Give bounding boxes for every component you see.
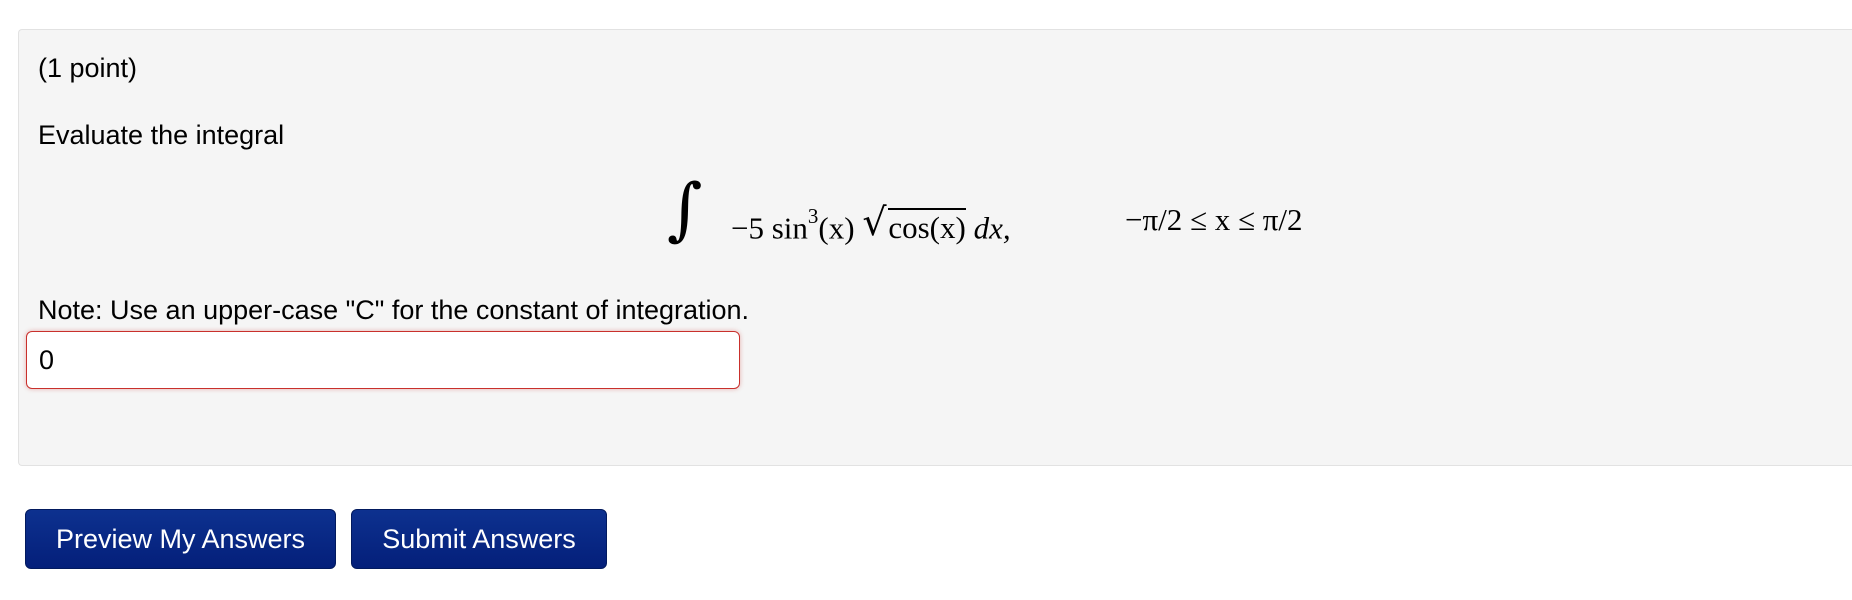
radicand: cos(x) <box>888 208 966 246</box>
differential: dx, <box>973 210 1011 246</box>
problem-panel: (1 point) Evaluate the integral ∫ −5 sin… <box>18 29 1852 466</box>
answer-input[interactable] <box>26 331 740 389</box>
exponent: 3 <box>807 204 819 228</box>
integral-sign: ∫ <box>667 170 703 249</box>
problem-prompt: Evaluate the integral <box>38 120 285 150</box>
submit-answers-button[interactable]: Submit Answers <box>351 509 607 569</box>
integrand: −5 sin3(x) √ cos(x) dx, <box>731 200 1011 248</box>
domain-constraint: −π/2 ≤ x ≤ π/2 <box>1125 202 1303 237</box>
preview-answers-button[interactable]: Preview My Answers <box>25 509 336 569</box>
coefficient: −5 <box>731 210 764 246</box>
integration-note: Note: Use an upper-case "C" for the cons… <box>38 295 750 325</box>
radical-icon: √ <box>862 200 887 245</box>
function-name: sin <box>771 210 808 246</box>
function-argument: (x) <box>818 210 855 246</box>
square-root: √ cos(x) <box>862 202 966 248</box>
points-label: (1 point) <box>38 53 138 83</box>
integral-expression: ∫ −5 sin3(x) √ cos(x) dx, −π/2 ≤ x ≤ π/2 <box>19 170 1619 286</box>
